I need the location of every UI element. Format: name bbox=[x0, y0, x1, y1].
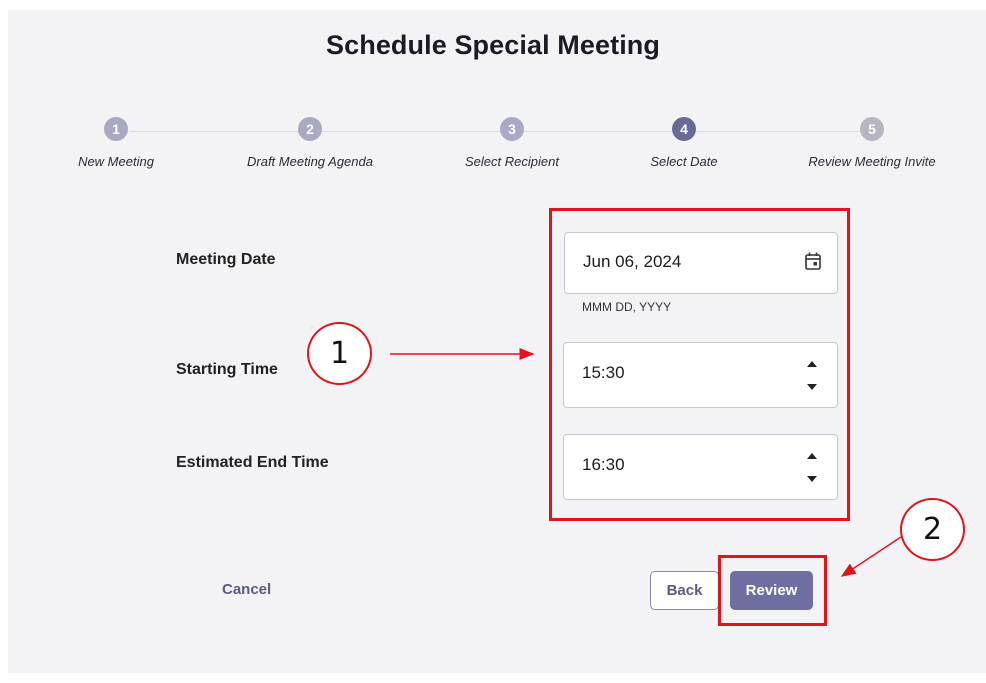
callout-1: 1 bbox=[307, 322, 372, 385]
callout-2: 2 bbox=[900, 498, 965, 561]
annotation-arrows bbox=[390, 348, 902, 577]
arrow-to-review bbox=[840, 536, 902, 577]
